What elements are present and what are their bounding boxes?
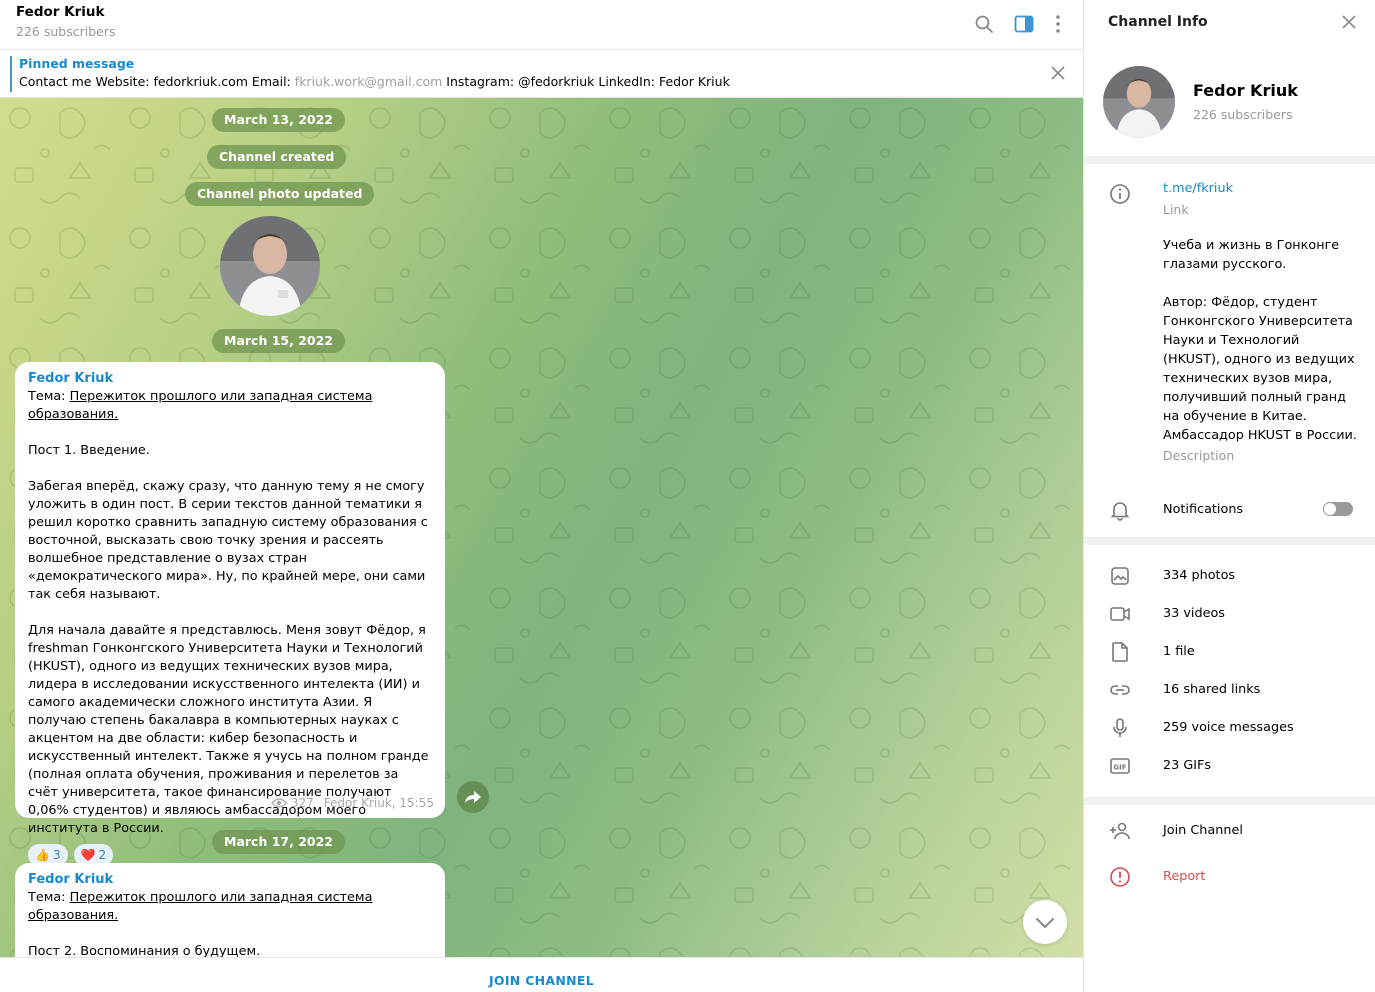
views-eye-icon	[270, 798, 287, 808]
file-icon	[1112, 642, 1128, 662]
info-icon	[1110, 184, 1130, 204]
date-divider: March 17, 2022	[212, 830, 345, 854]
panel-title: Channel Info	[1108, 14, 1208, 30]
media-photos[interactable]: 334 photos	[1163, 568, 1235, 583]
chat-area[interactable]: March 13, 2022 Channel created Channel p…	[0, 98, 1083, 957]
more-vertical-icon[interactable]	[1046, 12, 1070, 36]
pinned-email: fkriuk.work@gmail.com	[294, 74, 443, 89]
svg-text:GIF: GIF	[1113, 764, 1126, 772]
date-divider: March 13, 2022	[212, 108, 345, 132]
post-meta: 327 Fedor Kriuk, 15:55	[270, 794, 434, 812]
link-hint: Link	[1163, 202, 1189, 217]
photo-icon	[1111, 567, 1129, 585]
pinned-text-before: Contact me Website: fedorkriuk.com Email…	[19, 74, 295, 89]
post-signature: Fedor Kriuk, 15:55	[323, 796, 434, 810]
search-icon[interactable]	[972, 12, 996, 36]
microphone-icon	[1113, 718, 1127, 737]
join-channel-button[interactable]: JOIN CHANNEL	[489, 973, 594, 988]
channel-subscribers: 226 subscribers	[1193, 107, 1293, 122]
pinned-accent-bar	[10, 56, 12, 92]
description-hint: Description	[1163, 448, 1235, 463]
post-topic-prefix: Тема:	[28, 890, 70, 905]
video-icon	[1110, 607, 1130, 621]
post-topic: Тема: Пережиток прошлого или западная си…	[28, 889, 432, 925]
chevron-down-icon	[1036, 918, 1054, 929]
media-links[interactable]: 16 shared links	[1163, 682, 1260, 697]
channel-description: Учеба и жизнь в Гонконге глазами русског…	[1163, 238, 1340, 272]
divider	[1084, 797, 1375, 805]
media-voice[interactable]: 259 voice messages	[1163, 720, 1294, 735]
chat-header: Fedor Kriuk 226 subscribers	[0, 0, 1083, 50]
pinned-title: Pinned message	[19, 56, 135, 71]
channel-avatar[interactable]	[1103, 66, 1175, 138]
pinned-text-after: Instagram: @fedorkriuk LinkedIn: Fedor K…	[442, 74, 730, 89]
chat-subscribers: 226 subscribers	[16, 24, 116, 39]
post-author[interactable]: Fedor Kriuk	[28, 370, 432, 388]
link-icon	[1110, 685, 1130, 695]
media-gifs[interactable]: 23 GIFs	[1163, 758, 1211, 773]
sidebar-toggle-icon[interactable]	[1012, 12, 1036, 36]
join-channel-item[interactable]: Join Channel	[1163, 823, 1243, 838]
post-topic-link[interactable]: Пережиток прошлого или западная система …	[28, 890, 372, 923]
post-paragraph: Забегая вперёд, скажу сразу, что данную …	[28, 479, 428, 602]
post-topic: Тема: Пережиток прошлого или западная си…	[28, 388, 432, 424]
post-author[interactable]: Fedor Kriuk	[28, 871, 432, 889]
channel-post[interactable]: Fedor Kriuk Тема: Пережиток прошлого или…	[15, 863, 445, 957]
media-videos[interactable]: 33 videos	[1163, 606, 1225, 621]
gif-icon: GIF	[1110, 758, 1130, 774]
forward-button[interactable]	[457, 781, 489, 813]
channel-link[interactable]: t.me/fkriuk	[1163, 181, 1233, 196]
channel-name: Fedor Kriuk	[1193, 81, 1298, 100]
bell-icon	[1110, 502, 1130, 521]
divider	[1084, 537, 1375, 545]
report-item[interactable]: Report	[1163, 869, 1205, 884]
notifications-toggle[interactable]	[1323, 502, 1353, 516]
post-topic-link[interactable]: Пережиток прошлого или западная система …	[28, 389, 372, 422]
views-count: 327	[290, 796, 314, 810]
channel-info-panel: Channel Info Fedor Kriuk 226 subscribers…	[1083, 0, 1375, 992]
close-pinned-icon[interactable]	[1049, 64, 1067, 82]
post-title: Пост 1. Введение.	[28, 443, 150, 458]
scroll-down-button[interactable]	[1023, 900, 1067, 944]
pinned-message-bar[interactable]: Pinned message Contact me Website: fedor…	[0, 50, 1083, 98]
forward-icon	[465, 791, 481, 803]
service-message-created: Channel created	[207, 145, 347, 169]
join-channel-bar[interactable]: JOIN CHANNEL	[0, 957, 1083, 992]
channel-post[interactable]: Fedor Kriuk Тема: Пережиток прошлого или…	[15, 362, 445, 866]
channel-photo[interactable]	[220, 216, 320, 316]
post-title: Пост 2. Воспоминания о будущем.	[28, 944, 261, 957]
channel-description: Автор: Фёдор, студент Гонконгского Униве…	[1163, 295, 1357, 443]
report-icon	[1110, 867, 1130, 887]
add-user-icon	[1110, 822, 1130, 840]
divider	[1084, 156, 1375, 164]
close-icon[interactable]	[1341, 14, 1357, 30]
notifications-label: Notifications	[1163, 502, 1244, 517]
pinned-text: Contact me Website: fedorkriuk.com Email…	[19, 74, 730, 89]
post-topic-prefix: Тема:	[28, 389, 70, 404]
date-divider: March 15, 2022	[212, 329, 345, 353]
chat-title[interactable]: Fedor Kriuk	[16, 4, 104, 20]
service-message-photo: Channel photo updated	[185, 182, 375, 206]
media-files[interactable]: 1 file	[1163, 644, 1195, 659]
